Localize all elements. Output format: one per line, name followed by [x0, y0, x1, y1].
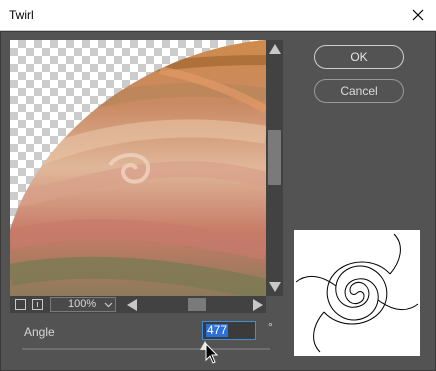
preview-toolbar: 100% [10, 296, 266, 313]
angle-label: Angle [24, 325, 55, 339]
cancel-button[interactable]: Cancel [314, 79, 404, 103]
ok-button[interactable]: OK [314, 45, 404, 69]
vertical-scroll-thumb[interactable] [268, 130, 281, 185]
scroll-left-icon[interactable] [127, 299, 137, 311]
chevron-down-icon[interactable] [101, 297, 116, 312]
window-title: Twirl [9, 8, 34, 22]
vertical-scrollbar[interactable] [266, 40, 283, 296]
angle-label-text: Angle [24, 325, 55, 339]
degree-unit: ° [268, 320, 273, 334]
angle-slider-track[interactable] [22, 348, 270, 350]
cursor-icon [205, 342, 219, 368]
angle-value: 477 [206, 323, 229, 337]
preview-canvas[interactable] [10, 40, 266, 296]
twirl-preview-image [10, 40, 266, 296]
horizontal-scroll-thumb[interactable] [188, 298, 206, 311]
scroll-right-icon[interactable] [253, 299, 263, 311]
close-icon [412, 9, 424, 21]
fit-icon[interactable] [15, 299, 26, 310]
close-button[interactable] [406, 4, 430, 26]
actual-size-icon[interactable] [32, 299, 43, 310]
angle-input[interactable]: 477 [202, 321, 256, 340]
twirl-thumbnail-icon [295, 233, 419, 353]
title-bar: Twirl [0, 0, 436, 31]
zoom-value: 100% [68, 298, 97, 310]
twirl-thumbnail [294, 230, 420, 356]
scroll-up-icon[interactable] [269, 44, 281, 54]
scroll-down-icon[interactable] [269, 282, 281, 292]
